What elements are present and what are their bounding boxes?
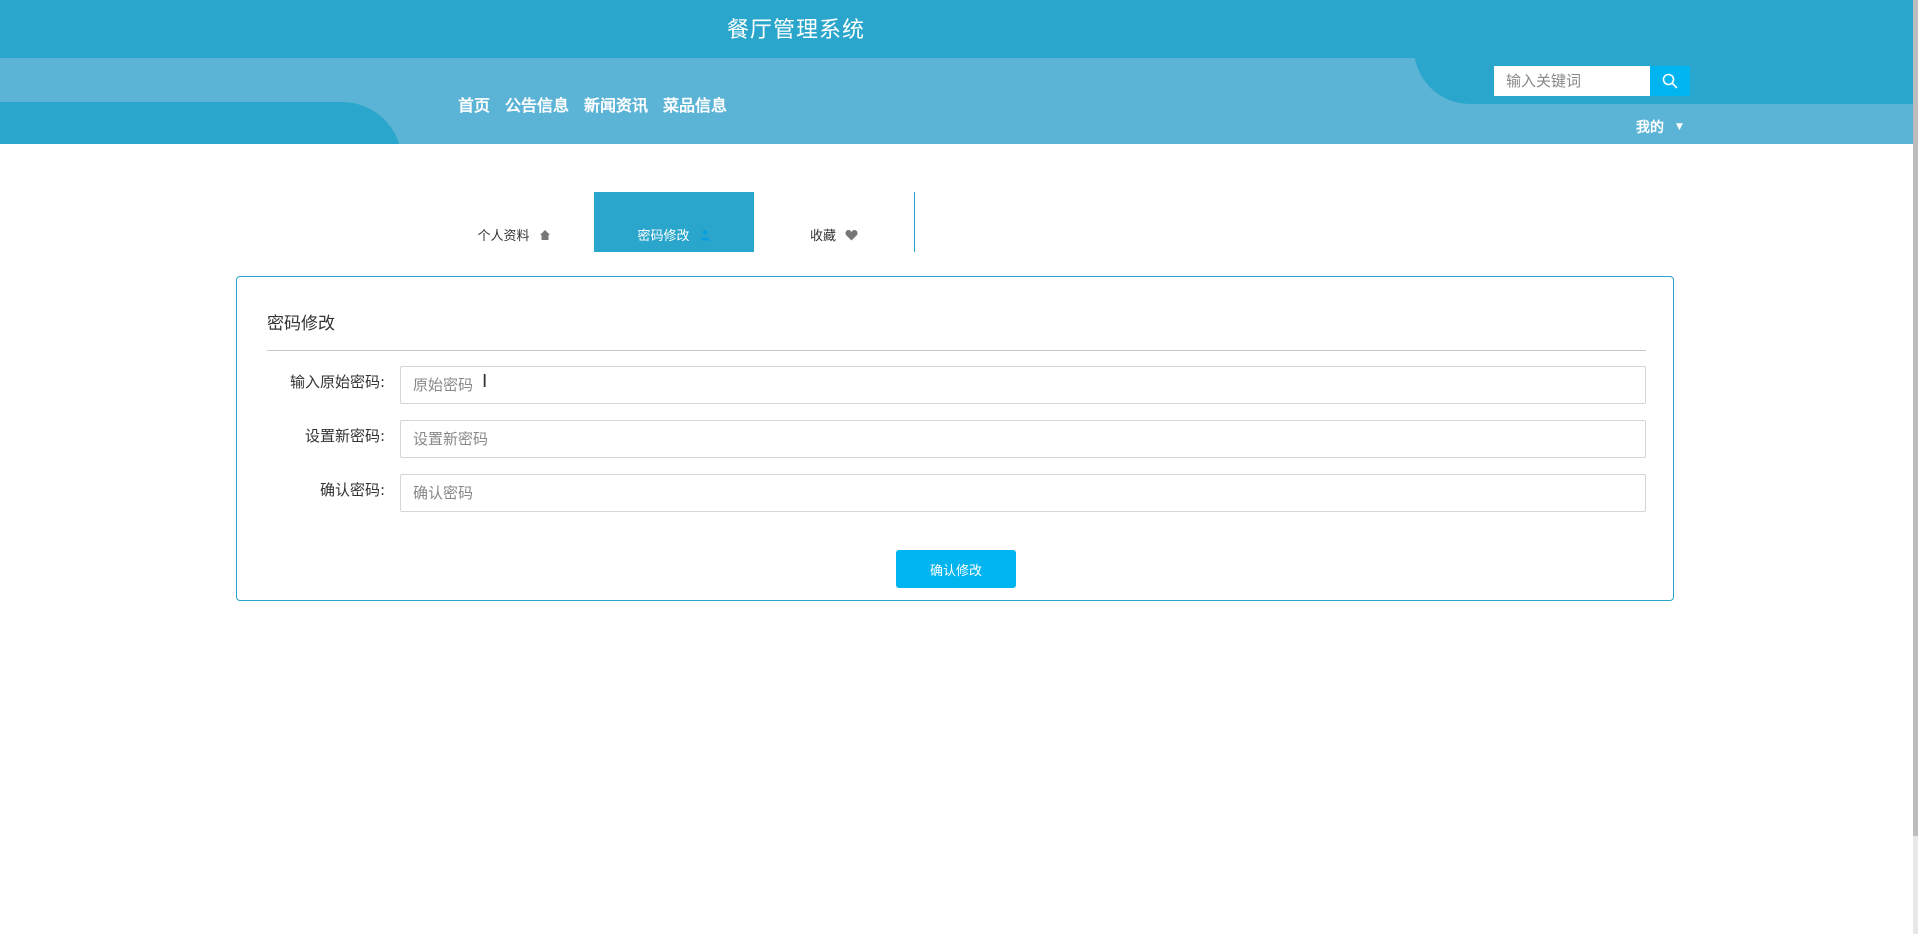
panel-title: 密码修改 xyxy=(267,314,335,334)
confirm-password-input[interactable] xyxy=(400,474,1646,512)
profile-tabs: 个人资料 密码修改 收藏 xyxy=(434,192,915,252)
old-password-input[interactable] xyxy=(400,366,1646,404)
divider xyxy=(267,350,1646,351)
text-cursor-icon: I xyxy=(482,371,488,392)
page-scrollbar[interactable] xyxy=(1913,0,1918,934)
tab-label: 密码修改 xyxy=(637,229,690,244)
user-icon xyxy=(699,229,711,244)
tab-label: 收藏 xyxy=(809,229,836,244)
password-form-panel: 密码修改 输入原始密码: 设置新密码: 确认密码: 确认修改 xyxy=(236,276,1674,601)
decorative-shape-left xyxy=(0,102,402,144)
tab-favorites[interactable]: 收藏 xyxy=(754,192,914,252)
tab-label: 个人资料 xyxy=(477,229,530,244)
header-bar: 餐厅管理系统 xyxy=(0,0,1913,58)
new-password-input[interactable] xyxy=(400,420,1646,458)
nav-item-home[interactable]: 首页 xyxy=(458,92,490,116)
tab-profile[interactable]: 个人资料 xyxy=(434,192,594,252)
caret-down-icon: ▼ xyxy=(1676,122,1683,132)
confirm-change-button[interactable]: 确认修改 xyxy=(896,550,1016,588)
new-password-label: 设置新密码: xyxy=(304,427,385,445)
old-password-label: 输入原始密码: xyxy=(289,373,385,391)
search-button[interactable] xyxy=(1650,66,1690,96)
home-icon xyxy=(539,229,551,244)
search-icon xyxy=(1662,73,1678,89)
main-nav: 首页 公告信息 新闻资讯 菜品信息 xyxy=(458,92,742,116)
user-menu[interactable]: 我的 ▼ xyxy=(1636,117,1683,137)
user-menu-label: 我的 xyxy=(1636,120,1664,136)
site-title: 餐厅管理系统 xyxy=(727,18,866,43)
nav-item-announcements[interactable]: 公告信息 xyxy=(505,92,569,116)
tab-password[interactable]: 密码修改 xyxy=(594,192,754,252)
confirm-password-label: 确认密码: xyxy=(319,481,385,499)
nav-item-news[interactable]: 新闻资讯 xyxy=(584,92,648,116)
nav-item-dishes[interactable]: 菜品信息 xyxy=(663,92,727,116)
search-input[interactable] xyxy=(1494,66,1650,96)
search-box xyxy=(1494,66,1690,96)
scrollbar-thumb[interactable] xyxy=(1913,0,1918,836)
heart-icon xyxy=(845,229,858,244)
